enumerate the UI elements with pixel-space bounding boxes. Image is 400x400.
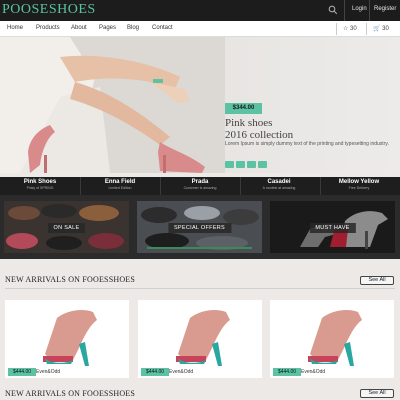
- hero-title-line-2: 2016 collection: [225, 129, 294, 141]
- social-button[interactable]: [258, 161, 267, 168]
- product-price: $444.00: [8, 368, 36, 376]
- product-store: Even&Odd: [301, 369, 326, 375]
- see-all-button[interactable]: See All: [360, 276, 394, 285]
- category-name: Mellow Yellow: [338, 179, 380, 185]
- divider: [240, 177, 241, 195]
- divider: [320, 177, 321, 195]
- category-subtitle: Limited Edition: [108, 186, 132, 190]
- category-enna-field[interactable]: Enna Field Limited Edition: [87, 179, 153, 190]
- category-name: Casadei: [267, 179, 291, 185]
- wishlist-button[interactable]: ☆ 30: [336, 23, 357, 35]
- category-mellow-yellow[interactable]: Mellow Yellow Free Delivery: [326, 179, 392, 190]
- promo-special-offers[interactable]: SPECIAL OFFERS: [137, 201, 262, 253]
- product-price: $444.00: [273, 368, 301, 376]
- category-prada[interactable]: Prada Customer is amazing: [167, 179, 233, 190]
- hero-social-buttons: [225, 155, 269, 173]
- hero-model-image: [0, 37, 225, 173]
- social-button[interactable]: [247, 161, 256, 168]
- login-link[interactable]: Login: [352, 6, 367, 12]
- nav-pages[interactable]: Pages: [99, 25, 116, 31]
- nav-home[interactable]: Home: [7, 25, 23, 31]
- product-store: Even&Odd: [169, 369, 194, 375]
- category-strip: Pink Shoes Pinky of SPRING Enna Field Li…: [0, 177, 400, 195]
- see-all-button[interactable]: See All: [360, 389, 394, 398]
- promo-label: SPECIAL OFFERS: [167, 223, 232, 233]
- product-card[interactable]: [138, 300, 262, 378]
- divider: [160, 177, 161, 195]
- search-icon[interactable]: [328, 5, 338, 15]
- product-price: $444.00: [141, 368, 169, 376]
- product-card[interactable]: [5, 300, 129, 378]
- promo-on-sale[interactable]: ON SALE: [4, 201, 129, 253]
- top-bar: POOSESHOES Login Register: [0, 0, 400, 21]
- category-name: Enna Field: [104, 179, 136, 185]
- category-subtitle: A modest at amazing: [262, 186, 296, 190]
- category-name: Prada: [191, 179, 209, 185]
- product-shoe-image: [43, 310, 97, 366]
- register-link[interactable]: Register: [374, 6, 396, 12]
- hero-title-line-1: Pink shoes: [225, 117, 273, 129]
- page: POOSESHOES Login Register Home Products …: [0, 0, 400, 400]
- promo-label: ON SALE: [47, 223, 86, 233]
- divider: [369, 0, 370, 21]
- divider: [80, 177, 81, 195]
- category-casadei[interactable]: Casadei A modest at amazing: [246, 179, 312, 190]
- hero-description: Lorem Ipsum is simply dummy text of the …: [225, 141, 389, 147]
- hero-title: Pink shoes 2016 collection: [225, 117, 293, 141]
- cart-button[interactable]: 🛒 30: [366, 23, 389, 35]
- category-subtitle: Free Delivery: [348, 186, 370, 190]
- category-name: Pink Shoes: [23, 179, 57, 185]
- hero-banner: $344.00 Pink shoes 2016 collection Lorem…: [0, 37, 400, 173]
- product-shoe-image: [308, 310, 362, 366]
- nav-about[interactable]: About: [71, 25, 87, 31]
- section-title: NEW ARRIVALS ON FOOESSHOES: [5, 389, 136, 398]
- nav-contact[interactable]: Contact: [152, 25, 173, 31]
- product-shoe-image: [176, 310, 230, 366]
- section-title: NEW ARRIVALS ON FOOESSHOES: [5, 275, 136, 284]
- hero-price-badge: $344.00: [225, 103, 262, 114]
- promo-must-have[interactable]: MUST HAVE: [270, 201, 395, 253]
- main-nav: Home Products About Pages Blog Contact ☆…: [0, 21, 400, 37]
- category-subtitle: Pinky of SPRING: [26, 186, 54, 190]
- divider: [344, 0, 345, 21]
- product-card[interactable]: [270, 300, 394, 378]
- category-subtitle: Customer is amazing: [183, 186, 217, 190]
- site-logo[interactable]: POOSESHOES: [2, 2, 96, 18]
- social-button[interactable]: [225, 161, 234, 168]
- section-divider: [5, 288, 395, 289]
- category-pink-shoes[interactable]: Pink Shoes Pinky of SPRING: [7, 179, 73, 190]
- nav-blog[interactable]: Blog: [127, 25, 139, 31]
- product-store: Even&Odd: [36, 369, 61, 375]
- social-button[interactable]: [236, 161, 245, 168]
- nav-products[interactable]: Products: [36, 25, 60, 31]
- promo-label: MUST HAVE: [309, 223, 356, 233]
